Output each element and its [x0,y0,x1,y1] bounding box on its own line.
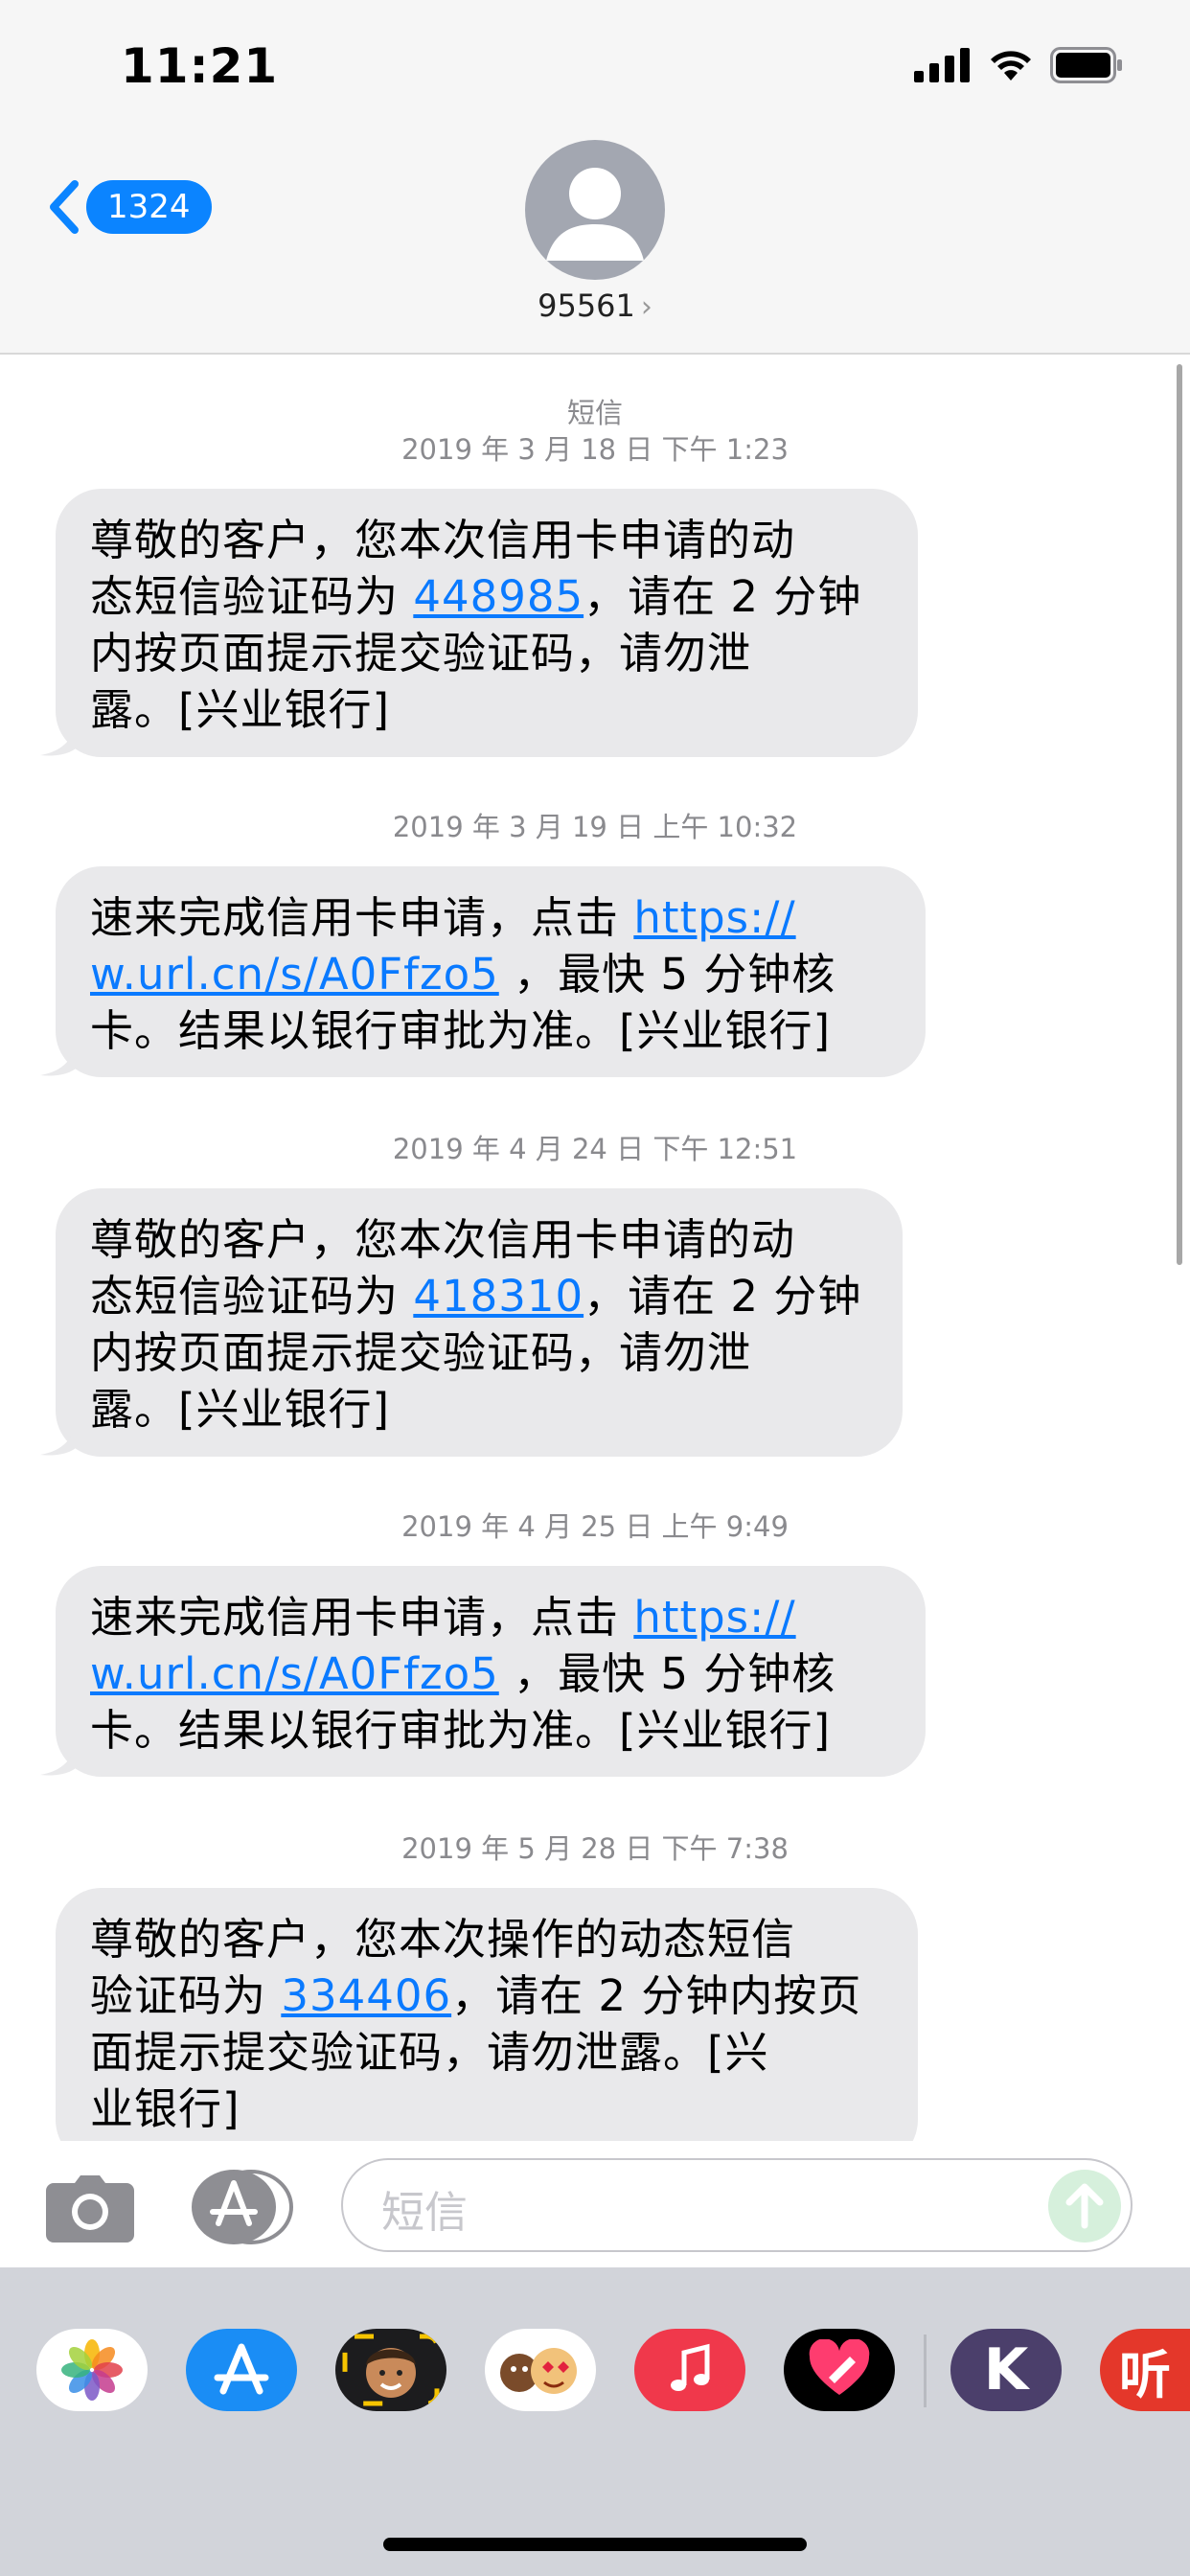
message-text: ，请在 2 分钟 [584,571,862,622]
message-text: 态短信验证码为 [90,571,414,622]
url-link[interactable]: w.url.cn/s/A0Ffzo5 [90,1648,499,1699]
message-text: ，请在 2 分钟内按页 [451,1970,862,2021]
person-icon [546,168,644,261]
imessage-app-drawer: K 听 [0,2267,1190,2576]
verification-code-link[interactable]: 448985 [413,571,584,622]
message-text: 尊敬的客户，您本次信用卡申请的动 [90,1214,796,1265]
message-bubble[interactable]: 速来完成信用卡申请，点击 https:// w.url.cn/s/A0Ffzo5… [56,1566,926,1777]
service-label: 短信 [566,397,623,429]
url-link[interactable]: https:// [633,892,795,943]
message-input[interactable]: 短信 [341,2158,1133,2252]
cellular-signal-icon [914,48,970,82]
digital-touch-app-icon[interactable] [784,2329,895,2411]
memoji-face-icon [342,2334,440,2406]
message-text: 验证码为 [90,1970,282,2021]
bubble-tail [40,1418,77,1456]
k-app-icon[interactable]: K [950,2329,1062,2411]
message-bubble[interactable]: 速来完成信用卡申请，点击 https:// w.url.cn/s/A0Ffzo5… [56,866,926,1077]
message-input-placeholder: 短信 [381,2187,469,2238]
memoji-stickers-app-icon[interactable] [485,2329,596,2411]
status-time: 11:21 [121,38,279,94]
message-text: 尊敬的客户，您本次信用卡申请的动 [90,515,796,565]
message-text: 业银行] [90,2083,240,2134]
listen-app-label: 听 [1119,2344,1171,2405]
bubble-tail [40,719,77,756]
message-text: 面提示提交验证码，请勿泄露。[兴 [90,2027,769,2078]
bubble-tail [40,1738,77,1776]
memoji-app-icon[interactable] [335,2329,446,2411]
url-link[interactable]: https:// [633,1592,795,1643]
timestamp: 2019 年 4 月 24 日 下午 12:51 [392,1133,798,1165]
message-text: ，最快 5 分钟核 [498,949,836,1000]
message-text: 内按页面提示提交验证码，请勿泄 [90,1327,752,1378]
sticker-faces-icon [500,2348,577,2394]
app-store-a-icon [214,2343,269,2395]
message-text: 卡。结果以银行审批为准。[兴业银行] [90,1705,832,1756]
music-note-icon [671,2343,710,2391]
verification-code-link[interactable]: 418310 [413,1271,584,1322]
bubble-tail [40,1039,77,1076]
message-text: 露。[兴业银行] [90,1384,391,1435]
contact-avatar[interactable] [525,140,665,280]
composer-bar: 短信 [0,2141,1190,2266]
camera-icon[interactable] [46,2175,134,2242]
timestamp: 2019 年 3 月 18 日 下午 1:23 [401,433,789,466]
tray-divider [924,2334,927,2407]
battery-icon [1050,47,1122,83]
message-text: 内按页面提示提交验证码，请勿泄 [90,628,752,678]
url-link[interactable]: w.url.cn/s/A0Ffzo5 [90,949,499,1000]
timestamp: 2019 年 3 月 19 日 上午 10:32 [392,811,798,843]
status-icons [914,46,1123,84]
timestamp: 2019 年 5 月 28 日 下午 7:38 [401,1832,789,1865]
contact-name: 95561 [538,288,635,324]
chevron-right-icon: › [640,290,652,324]
app-store-app-icon[interactable] [186,2329,297,2411]
message-text: ，最快 5 分钟核 [498,1648,836,1699]
message-text: ，请在 2 分钟 [584,1271,862,1322]
message-bubble[interactable]: 尊敬的客户，您本次信用卡申请的动 态短信验证码为 418310，请在 2 分钟 … [56,1188,903,1457]
unread-count-badge: 1324 [86,180,212,234]
message-text: 速来完成信用卡申请，点击 [90,892,634,943]
k-app-label: K [983,2336,1029,2404]
timestamp: 2019 年 4 月 25 日 上午 9:49 [401,1510,789,1543]
scrollbar[interactable] [1177,364,1182,1265]
message-text: 态短信验证码为 [90,1271,414,1322]
heart-icon [809,2339,870,2395]
message-bubble[interactable]: 尊敬的客户，您本次操作的动态短信 验证码为 334406，请在 2 分钟内按页 … [56,1888,918,2141]
chevron-left-icon [50,180,79,234]
listen-app-icon[interactable]: 听 [1100,2329,1190,2411]
home-indicator[interactable] [383,2538,807,2551]
arrow-up-icon [1065,2183,1104,2229]
wifi-icon [991,51,1031,80]
message-text: 速来完成信用卡申请，点击 [90,1592,634,1643]
nav-header: 11:21 1324 95561 › [0,0,1190,355]
photos-flower-icon [61,2339,123,2401]
back-button[interactable]: 1324 [42,178,212,236]
send-button[interactable] [1048,2170,1121,2242]
message-text: 卡。结果以银行审批为准。[兴业银行] [90,1005,832,1056]
message-thread[interactable]: 短信 2019 年 3 月 18 日 下午 1:23 2019 年 3 月 19… [0,355,1190,2141]
photos-app-icon[interactable] [36,2329,148,2411]
message-text: 露。[兴业银行] [90,684,391,735]
music-app-icon[interactable] [634,2329,745,2411]
contact-name-button[interactable]: 95561 › [0,288,1190,324]
message-bubble[interactable]: 尊敬的客户，您本次信用卡申请的动 态短信验证码为 448985，请在 2 分钟 … [56,489,918,757]
app-store-icon[interactable] [192,2170,295,2244]
message-text: 尊敬的客户，您本次操作的动态短信 [90,1914,796,1965]
verification-code-link[interactable]: 334406 [281,1970,451,2021]
